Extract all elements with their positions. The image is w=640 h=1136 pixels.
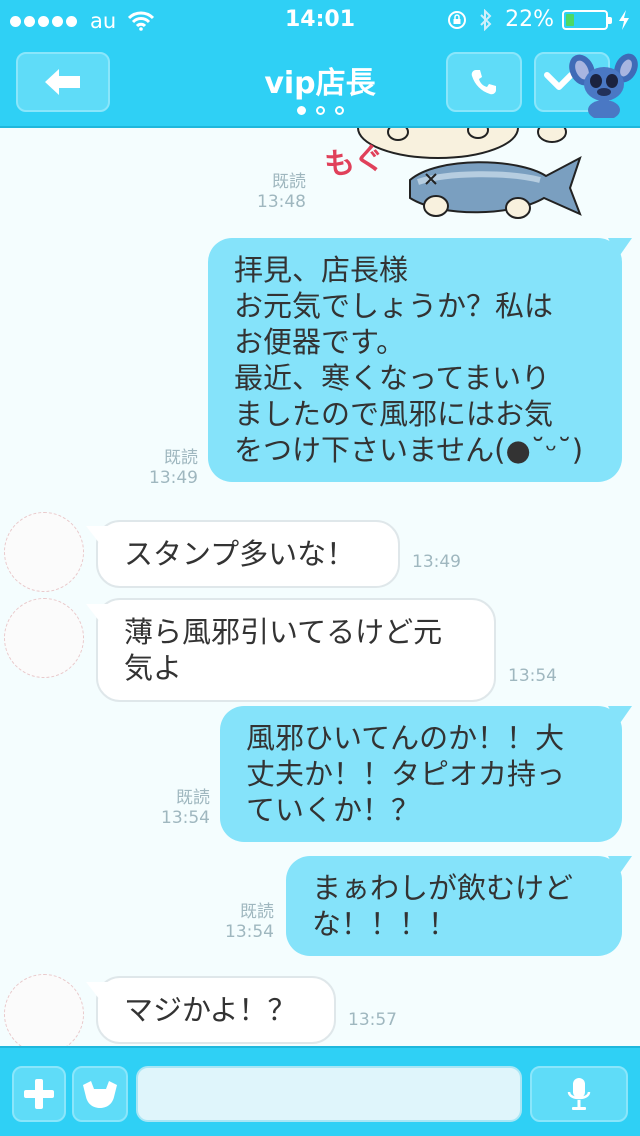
message-text: お便器です。 — [234, 325, 406, 359]
svg-text:もぐ: もぐ — [326, 144, 387, 183]
message-text: 風邪ひいてんのか！！大 — [246, 721, 565, 755]
message-text: な！！！！ — [312, 907, 458, 941]
sent-message-bubble[interactable]: 風邪ひいてんのか！！大 丈夫か！！タピオカ持っ ていくか！？ — [220, 706, 632, 842]
message-text: 丈夫か！！タピオカ持っ — [246, 757, 566, 791]
message-input[interactable] — [136, 1066, 522, 1122]
message-composer — [0, 1046, 640, 1136]
message-time: 13:54 — [225, 922, 274, 942]
sticker-button[interactable] — [72, 1066, 128, 1122]
emoji-face-icon — [83, 1081, 117, 1108]
status-bar: au 14:01 22% — [0, 0, 640, 40]
received-message-bubble[interactable]: スタンプ多いな！ — [86, 520, 400, 588]
bubble-tail — [608, 238, 632, 258]
message-meta: 既読 13:48 — [246, 172, 306, 212]
sent-message-bubble[interactable]: まぁわしが飲むけど な！！！！ — [286, 856, 632, 956]
message-time: 13:49 — [149, 468, 198, 488]
message-list[interactable]: もぐ 既読 13:48 既読 13:49 拝見、店長様 お元気でしょうか？私は … — [0, 128, 640, 1046]
message-text: 薄ら風邪引いてるけど元 — [124, 615, 443, 649]
charging-bolt-icon — [619, 9, 629, 30]
message-meta: 既読 13:54 — [214, 902, 274, 942]
message-text: 気よ — [124, 651, 183, 685]
message-text: スタンプ多いな！ — [124, 537, 356, 571]
battery-percent: 22% — [505, 7, 554, 32]
message-text: をつけ下さいません(●˘ᵕ˘) — [234, 433, 584, 467]
message-meta: 既読 13:54 — [150, 788, 210, 828]
page-dot-1 — [296, 106, 306, 115]
voice-message-button[interactable] — [530, 1066, 628, 1122]
bubble-tail — [608, 706, 632, 726]
message-time: 13:49 — [412, 552, 461, 572]
add-attachment-button[interactable] — [12, 1066, 66, 1122]
page-dot-3 — [334, 106, 344, 115]
message-time: 13:48 — [257, 192, 306, 212]
page-dot-2 — [315, 106, 325, 115]
bluetooth-icon — [480, 8, 492, 31]
status-right: 22% — [447, 7, 630, 32]
bubble-tail — [86, 982, 110, 1000]
plus-icon — [24, 1079, 54, 1109]
message-time: 13:54 — [161, 808, 210, 828]
avatar[interactable] — [4, 512, 84, 592]
message-time: 13:57 — [348, 1010, 397, 1030]
message-meta: 既読 13:49 — [138, 448, 198, 488]
avatar[interactable] — [4, 974, 84, 1046]
message-text: 拝見、店長様 — [234, 253, 409, 287]
battery-level — [566, 13, 574, 26]
message-time: 13:54 — [508, 666, 557, 686]
sticker-caption: もぐ — [326, 144, 387, 183]
message-text: お元気でしょうか？私は — [234, 289, 554, 323]
microphone-icon — [567, 1078, 591, 1110]
lock-rotation-icon — [448, 10, 467, 29]
read-receipt: 既読 — [176, 788, 210, 808]
call-button[interactable] — [446, 52, 522, 112]
chat-header: vip店長 — [0, 40, 640, 128]
stitch-avatar-icon — [569, 53, 638, 118]
received-message-bubble[interactable]: 薄ら風邪引いてるけど元 気よ — [86, 598, 496, 702]
bubble-tail — [608, 856, 632, 876]
read-receipt: 既読 — [164, 448, 198, 468]
read-receipt: 既読 — [240, 902, 274, 922]
message-text: 最近、寒くなってまいり — [234, 361, 551, 395]
message-text: ましたので風邪にはお気 — [234, 397, 554, 431]
bubble-tail — [86, 526, 110, 544]
message-text: ていくか！？ — [246, 793, 421, 827]
sent-message-bubble[interactable]: 拝見、店長様 お元気でしょうか？私は お便器です。 最近、寒くなってまいり まし… — [208, 238, 632, 482]
battery-icon — [562, 9, 612, 30]
avatar[interactable] — [4, 598, 84, 678]
bubble-tail — [86, 604, 110, 622]
message-text: まぁわしが飲むけど — [312, 871, 574, 905]
message-text: マジかよ！？ — [124, 993, 297, 1027]
received-message-bubble[interactable]: マジかよ！？ — [86, 976, 336, 1044]
phone-icon — [471, 70, 496, 95]
read-receipt: 既読 — [272, 172, 306, 192]
